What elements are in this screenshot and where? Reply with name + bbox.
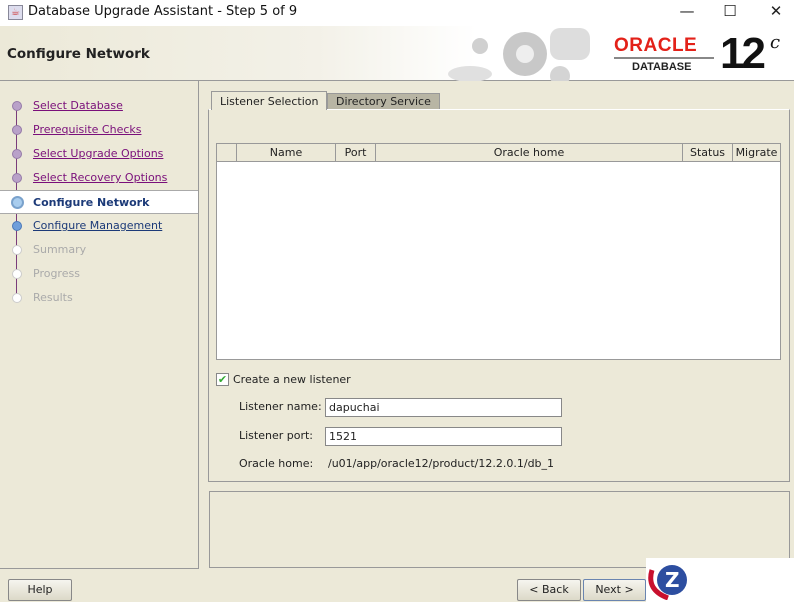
listener-name-input[interactable]: dapuchai (325, 398, 562, 417)
step-done-icon (12, 173, 22, 183)
step-label: Configure Network (33, 196, 150, 209)
step-results: Results (0, 286, 198, 310)
step-next-icon (12, 221, 22, 231)
window-title: Database Upgrade Assistant - Step 5 of 9 (28, 4, 298, 19)
create-listener-label[interactable]: Create a new listener (233, 373, 351, 386)
step-label: Select Upgrade Options (33, 147, 164, 160)
tab-listener-selection[interactable]: Listener Selection (211, 91, 328, 110)
step-label: Select Database (33, 99, 123, 112)
version-number: 12 (720, 29, 766, 78)
message-area (209, 491, 790, 568)
step-done-icon (12, 101, 22, 111)
watermark-logo: Z (646, 558, 794, 602)
column-header-name[interactable]: Name (237, 144, 336, 162)
logo-divider (614, 57, 714, 59)
java-app-icon: ☕ (8, 5, 23, 20)
step-configure-network[interactable]: Configure Network (0, 190, 198, 214)
step-pending-icon (12, 269, 22, 279)
step-pending-icon (12, 245, 22, 255)
help-button[interactable]: Help (8, 579, 72, 601)
page-header: Configure Network ORACLE DATABASE 12 c (0, 26, 794, 81)
step-pending-icon (12, 293, 22, 303)
step-select-recovery-options[interactable]: Select Recovery Options (0, 166, 198, 190)
close-button[interactable]: ✕ (761, 2, 791, 22)
step-prerequisite-checks[interactable]: Prerequisite Checks (0, 118, 198, 142)
oracle-home-label: Oracle home: (239, 457, 314, 470)
step-label: Summary (33, 243, 87, 256)
title-bar: ☕ Database Upgrade Assistant - Step 5 of… (0, 0, 794, 26)
svg-text:Z: Z (665, 568, 680, 592)
listener-port-label: Listener port: (239, 429, 314, 442)
step-current-icon (11, 196, 24, 209)
step-label: Select Recovery Options (33, 171, 168, 184)
step-done-icon (12, 149, 22, 159)
step-progress: Progress (0, 262, 198, 286)
watermark-z-icon: Z (648, 565, 687, 600)
minimize-button[interactable]: — (672, 2, 702, 22)
table-header: Name Port Oracle home Status Migrate (217, 144, 780, 162)
listener-name-label: Listener name: (239, 400, 322, 413)
step-label: Configure Management (33, 219, 163, 232)
version-suffix: c (770, 32, 781, 53)
step-done-icon (12, 125, 22, 135)
step-select-database[interactable]: Select Database (0, 94, 198, 118)
oracle-logo: ORACLE (614, 35, 698, 56)
step-label: Results (33, 291, 73, 304)
listener-port-input[interactable]: 1521 (325, 427, 562, 446)
listener-table[interactable]: Name Port Oracle home Status Migrate (216, 143, 781, 360)
column-header-port[interactable]: Port (336, 144, 376, 162)
step-select-upgrade-options[interactable]: Select Upgrade Options (0, 142, 198, 166)
oracle-home-value: /u01/app/oracle12/product/12.2.0.1/db_1 (328, 457, 555, 470)
step-label: Prerequisite Checks (33, 123, 142, 136)
gears-database-graphic-icon (448, 28, 590, 81)
column-header-migrate[interactable]: Migrate (733, 144, 780, 162)
maximize-button[interactable]: ☐ (715, 2, 745, 22)
step-label: Progress (33, 267, 80, 280)
step-configure-management[interactable]: Configure Management (0, 214, 198, 238)
column-header-select[interactable] (217, 144, 237, 162)
page-title: Configure Network (7, 46, 150, 62)
step-summary: Summary (0, 238, 198, 262)
column-header-status[interactable]: Status (683, 144, 733, 162)
back-button[interactable]: < Back (517, 579, 581, 601)
create-listener-checkbox[interactable]: ✔ (216, 373, 229, 386)
tab-directory-service[interactable]: Directory Service (327, 93, 440, 109)
next-button[interactable]: Next > (583, 579, 646, 601)
column-header-oracle-home[interactable]: Oracle home (376, 144, 683, 162)
product-name: DATABASE (632, 61, 692, 73)
